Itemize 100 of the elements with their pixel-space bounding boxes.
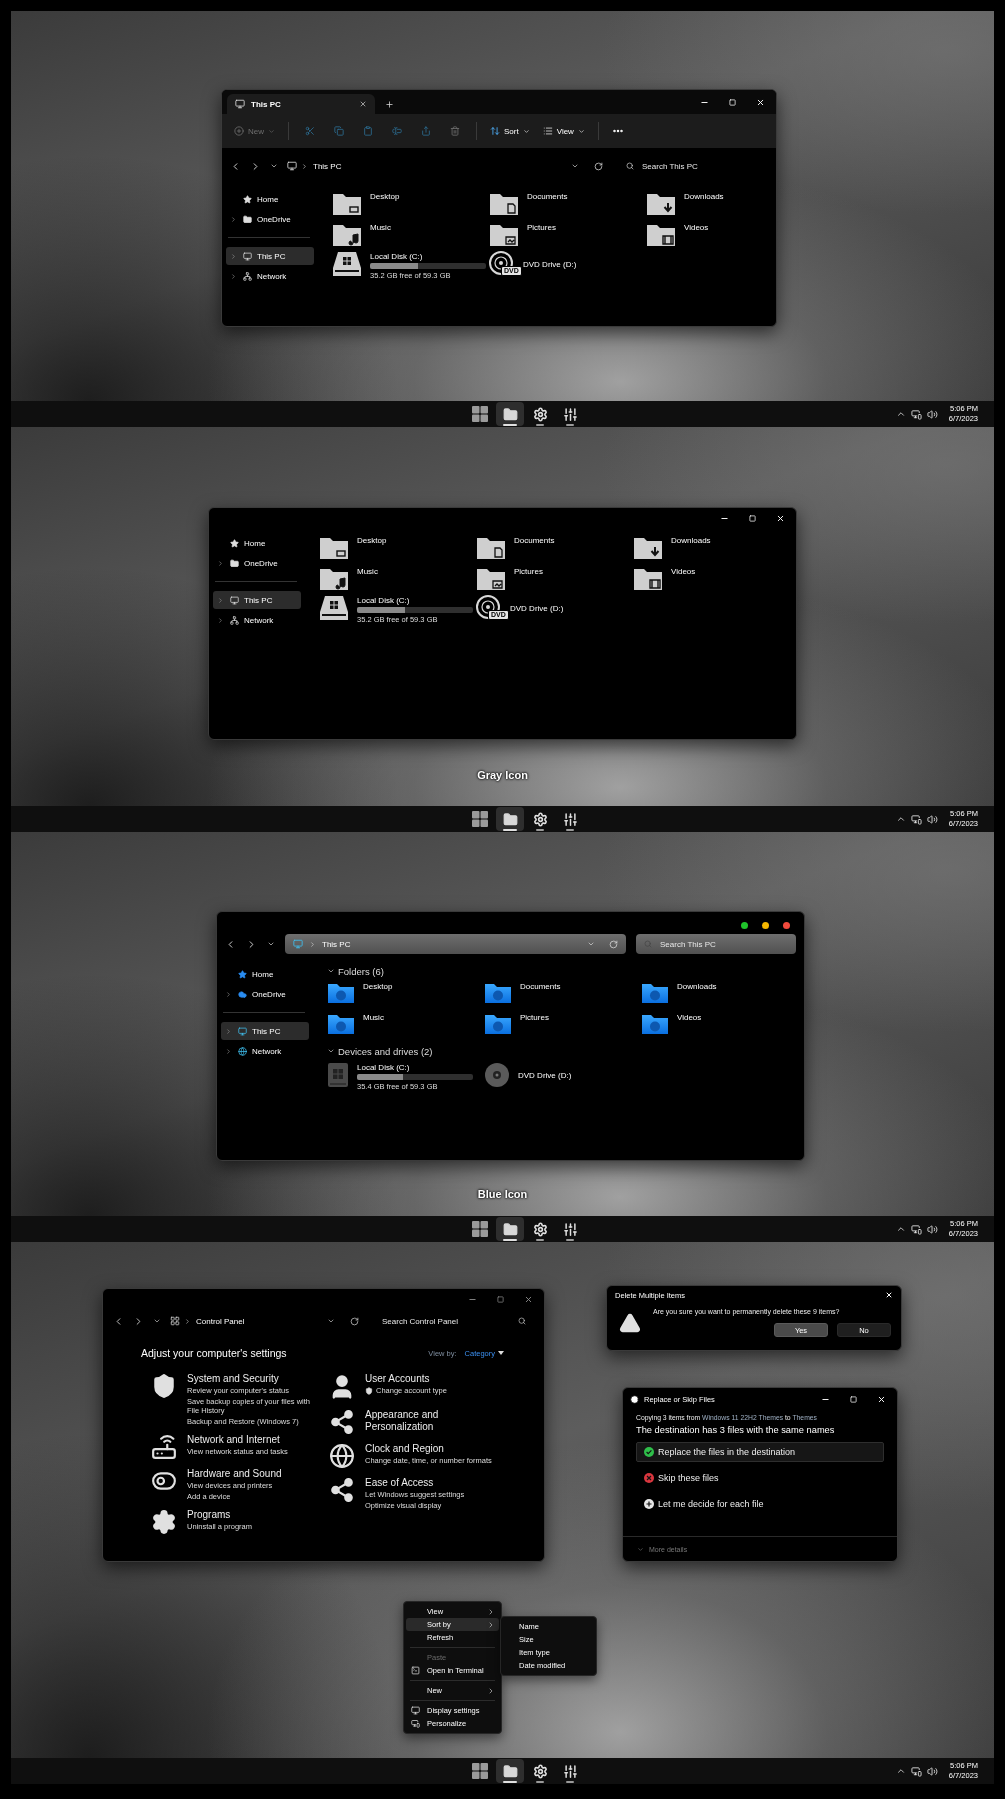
window-dot[interactable]: [741, 922, 748, 929]
nav-item[interactable]: Home: [221, 965, 309, 983]
caret-icon: [498, 1351, 504, 1355]
refresh-icon[interactable]: [609, 939, 618, 949]
category-title[interactable]: Hardware and Sound: [187, 1468, 282, 1480]
window-dot[interactable]: [783, 922, 790, 929]
taskbar-app[interactable]: [496, 402, 524, 426]
folder-item[interactable]: Desktop: [319, 536, 476, 560]
folder-icon: [484, 982, 512, 1004]
section-header[interactable]: Folders (6): [327, 963, 804, 979]
network-icon[interactable]: [910, 408, 922, 420]
tab[interactable]: This PC: [227, 94, 375, 114]
folder-item[interactable]: Music: [319, 567, 476, 591]
folder-item[interactable]: Downloads: [633, 536, 790, 560]
chevron-down-icon[interactable]: [267, 940, 275, 948]
chevron-up-icon[interactable]: [895, 1224, 906, 1234]
folder-item[interactable]: Music: [332, 223, 489, 247]
nav-item[interactable]: Network: [221, 1042, 309, 1060]
maximize-icon: [849, 1395, 857, 1403]
close-icon[interactable]: [359, 100, 367, 108]
folder-item[interactable]: Documents: [489, 192, 646, 216]
breadcrumb[interactable]: This PC: [322, 939, 351, 949]
drive-name[interactable]: Local Disk (C:): [370, 252, 486, 261]
drive-name[interactable]: Local Disk (C:): [357, 596, 473, 605]
breadcrumb[interactable]: This PC: [313, 161, 342, 171]
chevron-down-icon[interactable]: [153, 1317, 161, 1325]
view-button[interactable]: View: [542, 121, 585, 141]
volume-icon[interactable]: [926, 813, 938, 825]
option-button[interactable]: Replace the files in the destination: [636, 1442, 884, 1462]
nav-item[interactable]: Home: [226, 190, 314, 208]
network-icon[interactable]: [910, 1765, 922, 1777]
volume-icon[interactable]: [926, 1223, 938, 1235]
volume-icon[interactable]: [926, 1765, 938, 1777]
sort-icon: [490, 126, 500, 136]
maximize-button[interactable]: [847, 1393, 859, 1405]
nav-item[interactable]: OneDrive: [213, 554, 301, 572]
category-title[interactable]: Network and Internet: [187, 1434, 288, 1446]
option-button[interactable]: Let me decide for each file: [636, 1494, 884, 1514]
folder-item[interactable]: Pictures: [489, 223, 646, 247]
folder-item[interactable]: Pictures: [476, 567, 633, 591]
chevron-down-icon[interactable]: [327, 1317, 335, 1325]
nav-item[interactable]: Home: [213, 534, 301, 552]
forward-icon[interactable]: [250, 160, 261, 172]
nav-item[interactable]: This PC: [226, 247, 314, 265]
maximize-button[interactable]: [746, 512, 758, 524]
section-header[interactable]: Devices and drives (2): [327, 1043, 804, 1059]
maximize-button[interactable]: [726, 96, 738, 108]
network-icon[interactable]: [910, 813, 922, 825]
volume-icon[interactable]: [926, 408, 938, 420]
address-bar[interactable]: This PC: [285, 934, 626, 954]
chevron-down-icon[interactable]: [587, 940, 595, 948]
network-icon[interactable]: [910, 1223, 922, 1235]
search-field[interactable]: Search This PC: [618, 156, 768, 176]
category-title[interactable]: Clock and Region: [365, 1443, 461, 1455]
sort-button[interactable]: Sort: [490, 121, 530, 141]
maximize-icon: [728, 98, 736, 106]
breadcrumb[interactable]: Control Panel: [196, 1316, 245, 1326]
option-button[interactable]: Skip these files: [636, 1468, 884, 1488]
taskbar-app[interactable]: [496, 807, 524, 831]
chevron-down-icon[interactable]: [270, 162, 278, 170]
search-field[interactable]: Search Control Panel: [374, 1311, 534, 1331]
drive-name[interactable]: Local Disk (C:): [357, 1063, 473, 1072]
taskbar-app[interactable]: [496, 1759, 524, 1783]
folder-icon: [230, 558, 239, 568]
folder-item[interactable]: Downloads: [641, 982, 798, 1006]
drive-name[interactable]: DVD Drive (D:): [510, 604, 564, 613]
nav-item[interactable]: Network: [213, 611, 301, 629]
folder-item[interactable]: Videos: [646, 223, 776, 247]
drive-name[interactable]: DVD Drive (D:): [518, 1071, 572, 1080]
folder-item[interactable]: Music: [327, 1013, 484, 1037]
folder-item[interactable]: Desktop: [332, 192, 489, 216]
folder-item[interactable]: Pictures: [484, 1013, 641, 1037]
category-title[interactable]: User Accounts: [365, 1373, 447, 1385]
nav-item[interactable]: OneDrive: [221, 985, 309, 1003]
refresh-icon[interactable]: [350, 1316, 359, 1326]
category-title[interactable]: Programs: [187, 1509, 253, 1521]
new-tab-icon[interactable]: [385, 100, 394, 109]
nav-item[interactable]: This PC: [213, 591, 301, 609]
search-field[interactable]: Search This PC: [636, 934, 796, 954]
chevron-up-icon[interactable]: [895, 814, 906, 824]
taskbar-app[interactable]: [496, 1217, 524, 1241]
category-title[interactable]: System and Security: [187, 1373, 323, 1385]
network-icon: [243, 271, 252, 281]
folder-item[interactable]: Documents: [476, 536, 633, 560]
chevron-up-icon[interactable]: [895, 409, 906, 419]
folder-item[interactable]: Downloads: [646, 192, 776, 216]
nav-item[interactable]: Network: [226, 267, 314, 285]
nav-item[interactable]: OneDrive: [226, 210, 314, 228]
nav-item[interactable]: This PC: [221, 1022, 309, 1040]
chevron-down-icon[interactable]: [571, 162, 579, 170]
folder-item[interactable]: Documents: [484, 982, 641, 1006]
category-title[interactable]: Appearance and Personalization: [365, 1409, 461, 1433]
folder-item[interactable]: Desktop: [327, 982, 484, 1006]
drive-name[interactable]: DVD Drive (D:): [523, 260, 577, 269]
chevron-up-icon[interactable]: [895, 1766, 906, 1776]
category-title[interactable]: Ease of Access: [365, 1477, 461, 1489]
folder-item[interactable]: Videos: [641, 1013, 798, 1037]
refresh-icon[interactable]: [594, 161, 603, 171]
window-dot[interactable]: [762, 922, 769, 929]
folder-item[interactable]: Videos: [633, 567, 790, 591]
